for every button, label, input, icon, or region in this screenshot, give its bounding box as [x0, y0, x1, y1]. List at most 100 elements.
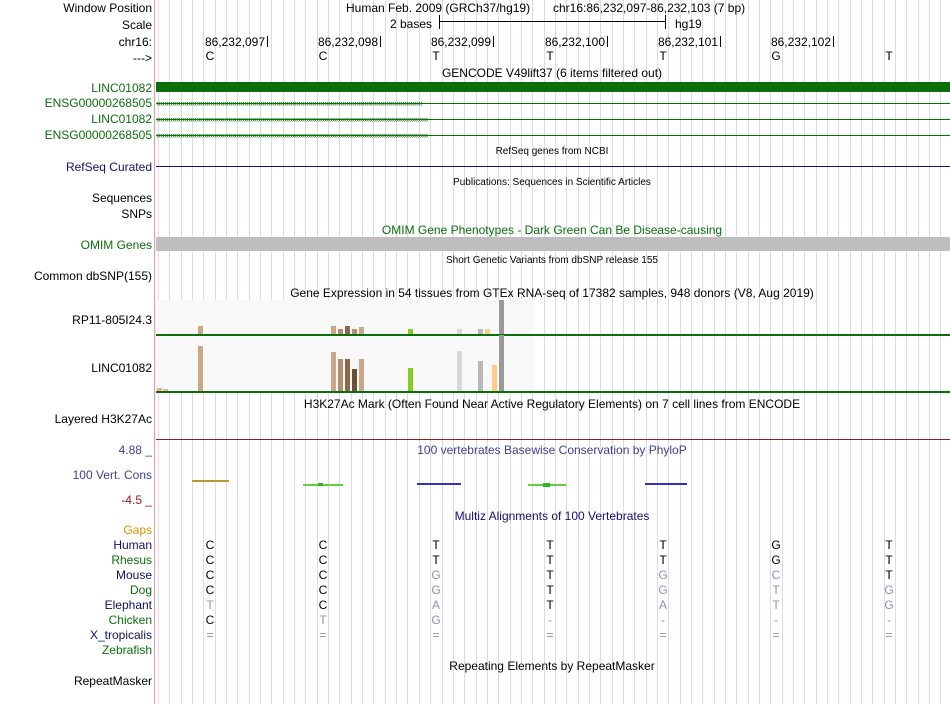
gtex-title[interactable]: Gene Expression in 54 tissues from GTEx …	[290, 286, 814, 300]
alignment-base: G	[431, 613, 441, 627]
alignment-base: C	[205, 568, 215, 582]
refseq-gene-line[interactable]	[156, 166, 950, 167]
chrom-label: chr16:	[118, 35, 152, 49]
species-label[interactable]: X_tropicalis	[90, 628, 152, 643]
gencode-title[interactable]: GENCODE V49lift37 (6 items filtered out)	[442, 66, 662, 80]
scale-bar-left	[439, 15, 440, 29]
gencode-strand-arrows-4[interactable]: ››››››››››››››››››››››››››››››››››››››››…	[156, 130, 950, 140]
species-label[interactable]: Rhesus	[111, 553, 152, 568]
gtex-tissue-bar[interactable]	[338, 329, 343, 334]
phylop-signal-2	[303, 484, 343, 486]
gtex-tissue-bar[interactable]	[198, 326, 203, 334]
alignment-base: T	[885, 538, 893, 552]
gtex-tissue-bar[interactable]	[359, 359, 364, 391]
dbsnp-label[interactable]: Common dbSNP(155)	[34, 269, 152, 283]
alignment-base: T	[772, 598, 780, 612]
species-label[interactable]: Zebrafish	[102, 643, 152, 658]
omim-label[interactable]: OMIM Genes	[81, 238, 152, 252]
phylop-label[interactable]: 100 Vert. Cons	[73, 468, 152, 482]
h3k27ac-title[interactable]: H3K27Ac Mark (Often Found Near Active Re…	[304, 397, 800, 411]
scale-bar-right	[665, 15, 666, 29]
gencode-row-label-4[interactable]: ENSG00000268505	[45, 128, 152, 142]
alignment-base: T	[546, 538, 554, 552]
species-label[interactable]: Dog	[130, 583, 152, 598]
gtex-tissue-bar[interactable]	[457, 351, 462, 391]
ruler-tick	[833, 36, 834, 47]
alignment-base: C	[205, 538, 215, 552]
alignment-base: T	[432, 553, 440, 567]
phylop-signal-1	[192, 480, 229, 482]
phylop-title[interactable]: 100 vertebrates Basewise Conservation by…	[417, 443, 686, 457]
alignment-base: G	[431, 568, 441, 582]
multiz-title[interactable]: Multiz Alignments of 100 Vertebrates	[455, 509, 650, 523]
gtex-tissue-bar[interactable]	[198, 346, 203, 391]
phylop-signal-5	[645, 483, 687, 485]
gtex-tissue-bar[interactable]	[408, 368, 413, 391]
scale-label: Scale	[121, 18, 152, 32]
refseq-title[interactable]: RefSeq genes from NCBI	[496, 146, 609, 157]
gencode-strand-arrows-2[interactable]: ‹‹‹‹‹‹‹‹‹‹‹‹‹‹‹‹‹‹‹‹‹‹‹‹‹‹‹‹‹‹‹‹‹‹‹‹‹‹‹‹…	[156, 98, 950, 108]
gtex-gene-label-2[interactable]: LINC01082	[91, 361, 152, 375]
gtex-gene-label-1[interactable]: RP11-805I24.3	[72, 313, 152, 327]
dbsnp-title[interactable]: Short Genetic Variants from dbSNP releas…	[446, 255, 658, 266]
gencode-strand-arrows-3[interactable]: ››››››››››››››››››››››››››››››››››››››››…	[156, 114, 950, 124]
alignment-base: -	[661, 613, 665, 627]
ruler-base: C	[318, 49, 328, 63]
publications-label-snps[interactable]: SNPs	[121, 207, 152, 221]
ruler-base: T	[659, 49, 667, 63]
gtex-tissue-bar[interactable]	[345, 326, 350, 334]
gtex-tissue-bar[interactable]	[352, 369, 357, 391]
ruler-base: T	[432, 49, 440, 63]
ruler-coordinate: 86,232,099	[430, 35, 491, 49]
gencode-row-label-2[interactable]: ENSG00000268505	[45, 96, 152, 110]
publications-label-sequences[interactable]: Sequences	[92, 191, 152, 205]
alignment-base: T	[772, 583, 780, 597]
gtex-tissue-bar[interactable]	[457, 329, 462, 334]
gtex-tissue-bar[interactable]	[331, 352, 336, 391]
gtex-tissue-bar[interactable]	[499, 335, 504, 391]
species-label[interactable]: Chicken	[109, 613, 152, 628]
ruler-base: T	[546, 49, 554, 63]
gtex-tissue-bar[interactable]	[359, 327, 364, 334]
refseq-label[interactable]: RefSeq Curated	[66, 160, 152, 174]
alignment-base: =	[772, 628, 780, 642]
ruler-tick	[720, 36, 721, 47]
gtex-tissue-bar[interactable]	[492, 365, 497, 391]
gencode-row-label-1[interactable]: LINC01082	[91, 81, 152, 95]
publications-title[interactable]: Publications: Sequences in Scientific Ar…	[453, 177, 651, 188]
gtex-tissue-bar[interactable]	[331, 326, 336, 334]
alignment-base: G	[884, 583, 894, 597]
phylop-signal-4-peak	[543, 483, 550, 487]
alignment-base: G	[884, 598, 894, 612]
h3k27ac-label[interactable]: Layered H3K27Ac	[55, 412, 152, 426]
gtex-tissue-bar[interactable]	[499, 300, 504, 334]
gencode-exon-block[interactable]	[156, 82, 950, 92]
alignment-base: T	[206, 598, 214, 612]
gencode-row-label-3[interactable]: LINC01082	[91, 112, 152, 126]
gtex-baseline-2	[156, 391, 950, 393]
species-label[interactable]: Elephant	[105, 598, 152, 613]
omim-phenotype-bar[interactable]	[156, 237, 950, 251]
species-label[interactable]: Human	[113, 538, 152, 553]
species-label[interactable]: Mouse	[116, 568, 152, 583]
omim-title[interactable]: OMIM Gene Phenotypes - Dark Green Can Be…	[382, 223, 722, 237]
gtex-tissue-bar[interactable]	[157, 388, 162, 391]
scale-bar	[439, 21, 665, 22]
gaps-label: Gaps	[123, 523, 152, 537]
gtex-tissue-bar[interactable]	[478, 329, 483, 334]
ruler-tick	[607, 36, 608, 47]
gtex-tissue-bar[interactable]	[352, 329, 357, 334]
repeatmasker-title[interactable]: Repeating Elements by RepeatMasker	[449, 659, 654, 673]
gtex-tissue-bar[interactable]	[163, 389, 168, 391]
alignment-base: =	[885, 628, 893, 642]
window-position-label: Window Position	[63, 1, 152, 15]
gtex-tissue-bar[interactable]	[338, 359, 343, 391]
repeatmasker-label[interactable]: RepeatMasker	[74, 674, 152, 688]
gtex-tissue-bar[interactable]	[345, 359, 350, 391]
gtex-tissue-bar[interactable]	[478, 361, 483, 391]
gtex-tissue-bar[interactable]	[485, 329, 490, 334]
window-position-value[interactable]: chr16:86,232,097-86,232,103 (7 bp)	[553, 1, 745, 15]
gtex-tissue-bar[interactable]	[408, 329, 413, 334]
alignment-base: C	[771, 568, 781, 582]
gtex-baseline-1	[156, 334, 950, 336]
